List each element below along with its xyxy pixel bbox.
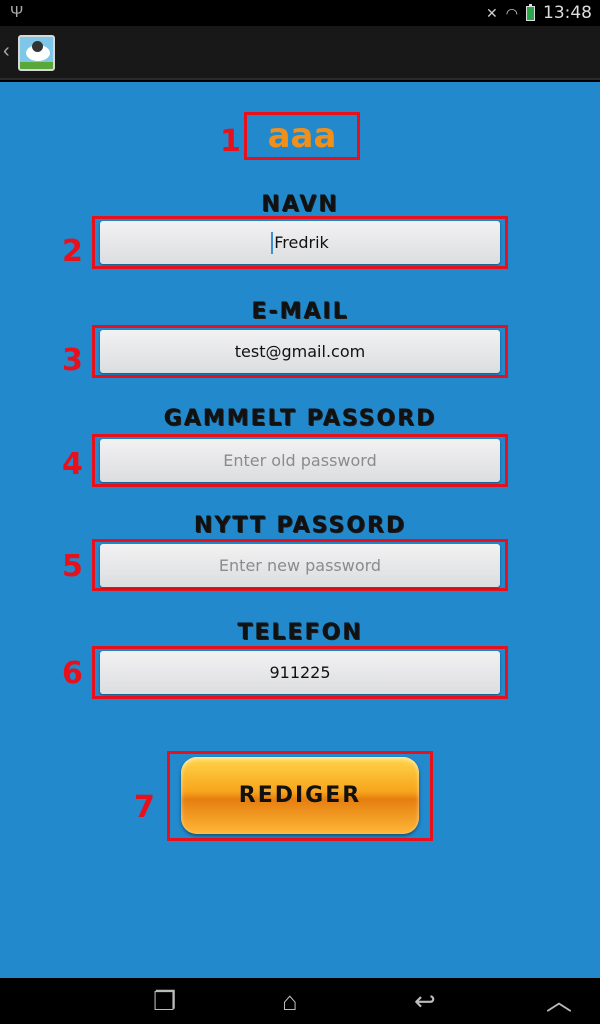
old-password-field[interactable]: Enter old password xyxy=(100,439,500,482)
annotation-number-5: 5 xyxy=(62,549,83,584)
clock: 13:48 xyxy=(543,3,592,23)
sheep-head xyxy=(32,41,43,52)
phone-label: TELEFON xyxy=(237,620,363,645)
new-password-field[interactable]: Enter new password xyxy=(100,544,500,587)
email-label: E-MAIL xyxy=(251,299,349,324)
page-title-username: aaa xyxy=(267,116,337,156)
annotation-number-2: 2 xyxy=(62,234,83,269)
phone-field[interactable]: 911225 xyxy=(100,651,500,694)
email-field[interactable]: test@gmail.com xyxy=(100,330,500,373)
wifi-icon: ◠ xyxy=(505,4,518,21)
text-cursor xyxy=(271,231,274,254)
old-password-label: GAMMELT PASSORD xyxy=(163,406,437,431)
status-bar: Ψ ✕ ◠ 13:48 xyxy=(0,0,600,26)
status-icons: ✕ ◠ 13:48 xyxy=(486,3,592,23)
recent-apps-icon[interactable]: ❐ xyxy=(153,986,176,1016)
app-sheep-icon[interactable] xyxy=(18,35,55,71)
battery-icon xyxy=(526,3,535,21)
name-field[interactable]: Fredrik xyxy=(100,221,500,264)
mute-icon: ✕ xyxy=(486,4,498,21)
annotation-number-4: 4 xyxy=(62,447,83,482)
rediger-button[interactable]: REDIGER xyxy=(181,757,419,834)
menu-up-icon[interactable]: ︿ xyxy=(546,986,572,1016)
grass-shape xyxy=(20,62,53,69)
action-bar: ‹ xyxy=(0,26,600,80)
back-chevron-icon[interactable]: ‹ xyxy=(3,40,10,63)
annotation-number-1: 1 xyxy=(220,124,241,159)
navigation-bar: ❐ ⌂ ↩ ︿ xyxy=(0,978,600,1024)
home-icon[interactable]: ⌂ xyxy=(282,986,298,1016)
annotation-number-7: 7 xyxy=(134,790,155,825)
new-password-label: NYTT PASSORD xyxy=(193,513,407,538)
annotation-number-6: 6 xyxy=(62,656,83,691)
name-value: Fredrik xyxy=(274,233,329,252)
annotation-number-3: 3 xyxy=(62,343,83,378)
back-icon[interactable]: ↩ xyxy=(414,986,436,1016)
usb-icon: Ψ xyxy=(10,4,24,21)
name-label: NAVN xyxy=(261,192,339,217)
